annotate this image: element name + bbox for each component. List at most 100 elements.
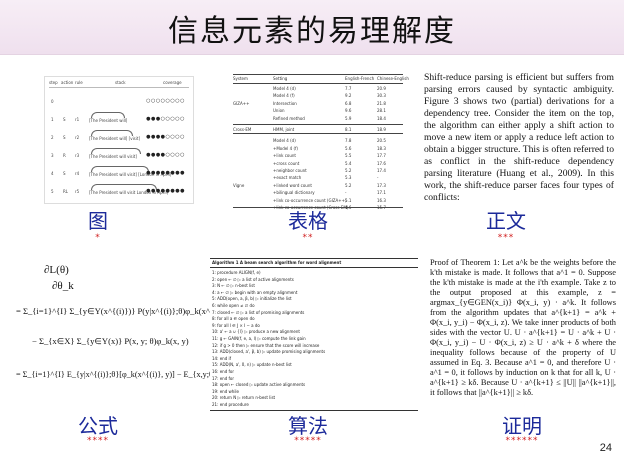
label-body-text: 正文	[486, 209, 526, 233]
table-cell: 18.4	[377, 115, 386, 121]
table-cell: +neighbor count	[273, 168, 307, 173]
figure-rule-name: r5	[75, 189, 80, 194]
table-cell: 18.3	[377, 145, 386, 151]
algorithm-line: 14: end if	[212, 355, 232, 361]
table-cell: 7.8	[345, 138, 352, 144]
formula-line: = Σ_{i=1}^{I} Σ_{y∈Y(x^{(i)})} P(y|x^{(i…	[16, 306, 238, 316]
formula-line: ∂L(θ)	[44, 264, 69, 276]
table-cell: 18.9	[377, 127, 386, 132]
table-cell: 5.1	[345, 197, 352, 203]
figure-stack: [The President will visit]	[89, 154, 137, 159]
algorithm-caption: Algorithm 1 A beam search algorithm for …	[212, 260, 342, 265]
figure-coverage: ●●●○○○○○	[146, 116, 185, 122]
table-cell: 5.3	[345, 175, 352, 181]
table-cell: 21.8	[377, 100, 386, 106]
algorithm-line: 17: end for	[212, 375, 235, 381]
stars-formula: ****	[87, 436, 109, 446]
algorithm-line: 15: ADD(N, a', 0, n) ▷ update n-best lis…	[212, 362, 292, 368]
label-formula: 公式	[78, 414, 118, 438]
table-cell: +bilingual dictionary	[273, 190, 315, 196]
table-cell: +exact match	[273, 175, 302, 181]
figure-coverage: ●●●●●●●●	[146, 170, 185, 176]
body-text-thumbnail: Shift-reduce parsing is efficient but su…	[424, 72, 614, 212]
figure-rule	[49, 87, 189, 88]
table-cell: 17.1	[377, 190, 386, 196]
body-text: Shift-reduce parsing is efficient but su…	[424, 72, 614, 203]
table-cell: Vigne	[233, 182, 245, 188]
table-cell: +link co-occurrence count (GIZA++)	[273, 197, 347, 203]
table-cell: 17.4	[377, 168, 386, 173]
stars-proof: ******	[505, 436, 539, 446]
table-cell: +Model 4 (f)	[273, 145, 298, 151]
figure-rule-name: r4	[75, 171, 80, 176]
figure-action: S	[63, 135, 66, 140]
table-cell: Refined method	[273, 115, 305, 121]
table-thumbnail: System Setting English-French Chinese-Engli…	[233, 74, 409, 210]
table-cell: 8.1	[345, 127, 352, 132]
table-cell: 20.9	[377, 86, 386, 91]
algorithm-rule	[210, 267, 418, 268]
algorithm-line: 21: end procedure	[212, 402, 249, 407]
figure-step: 1	[51, 117, 54, 122]
formula-thumbnail: ∂L(θ) ∂θ_k = Σ_{i=1}^{I} Σ_{y∈Y(x^{(i)})…	[16, 262, 253, 412]
table-cell: HMM, joint	[273, 127, 295, 132]
table-cell: GIZA++	[233, 100, 250, 106]
table-cell: 28.1	[377, 108, 386, 114]
table-cell: -	[345, 190, 347, 196]
figure-thumbnail: step action rule stack coverage 0 ○○○○○○○○ 1 Sr1…	[44, 76, 194, 204]
figure-header-cell: rule	[75, 80, 83, 85]
figure-stack: [The President will]	[89, 118, 128, 123]
table-cell: Model 4 (d)	[273, 138, 296, 144]
figure-action: RL	[63, 189, 69, 194]
figure-header-cell: action	[61, 80, 74, 85]
table-cell: 7.7	[345, 86, 352, 91]
figure-coverage: ●●●●○○○○	[146, 134, 185, 140]
algorithm-line: 1: procedure ALIGN(f, e)	[212, 270, 261, 275]
table-cell: 5.9	[345, 115, 352, 121]
figure-step: 3	[51, 153, 54, 158]
figure-header-cell: stack	[115, 80, 126, 85]
figure-action: S	[63, 171, 66, 176]
algorithm-line: 6: while open ≠ ∅ do	[212, 303, 255, 308]
label-figure: 图	[88, 209, 108, 233]
table-cell: 5.2	[345, 182, 352, 188]
table-cell: 5.2	[345, 168, 352, 173]
table-cell: 9.2	[345, 93, 352, 99]
stars-table: **	[302, 233, 314, 243]
table-cell: Union	[273, 108, 285, 114]
algorithm-line: 4: a ← ∅ ▷ begin with an empty alignment	[212, 289, 298, 295]
algorithm-line: 7: closed ← ∅ ▷ a list of promising alig…	[212, 309, 305, 315]
algorithm-thumbnail: Algorithm 1 A beam search algorithm for …	[210, 258, 418, 411]
figure-rule-name: r3	[75, 153, 80, 158]
formula-line: ∂θ_k	[52, 280, 74, 292]
algorithm-line: 10: a' ← a ∪ {l} ▷ produce a new alignme…	[212, 329, 300, 335]
algorithm-line: 12: if g > 0 then ▷ ensure that the scor…	[212, 342, 320, 348]
table-rule	[233, 133, 403, 134]
table-cell: Model 4 (d)	[273, 86, 296, 91]
table-cell: -	[377, 175, 379, 181]
algorithm-line: 20: return N ▷ return n-best list	[212, 395, 276, 401]
figure-header-cell: coverage	[163, 80, 182, 85]
algorithm-line: 8: for all a ∈ open do	[212, 316, 255, 322]
proof-thumbnail: Proof of Theorem 1: Let a^k be the weigh…	[430, 258, 616, 408]
figure-action: S	[63, 117, 66, 122]
algorithm-line: 5: ADD(open, a, β, b) ▷ initialize the l…	[212, 296, 292, 302]
table-cell: 17.7	[377, 153, 386, 159]
stars-figure: *	[95, 233, 101, 243]
proof-text: Proof of Theorem 1: Let a^k be the weigh…	[430, 258, 616, 397]
algorithm-line: 9: for all l ∈ J × I − a do	[212, 322, 260, 328]
figure-step: 4	[51, 171, 54, 176]
table-cell: 17.6	[377, 160, 386, 166]
table-rule	[233, 74, 403, 75]
slide: 信息元素的易理解度 step action rule stack coverage 0 ○○…	[0, 0, 624, 462]
algorithm-line: 3: N ← ∅ ▷ n-best list	[212, 283, 255, 289]
table-cell: Cross-EM	[233, 127, 252, 132]
label-algorithm: 算法	[288, 414, 328, 438]
table-cell: Intersection	[273, 100, 297, 106]
stars-algorithm: *****	[294, 436, 322, 446]
table-header-cell: English-French	[345, 76, 375, 81]
table-rule	[233, 83, 403, 84]
algorithm-line: 16: end for	[212, 369, 235, 374]
formula-line: − Σ_{x∈X} Σ_{y∈Y(x)} P(x, y; θ)φ_k(x, y)	[32, 336, 189, 346]
table-header-cell: System	[233, 76, 248, 81]
